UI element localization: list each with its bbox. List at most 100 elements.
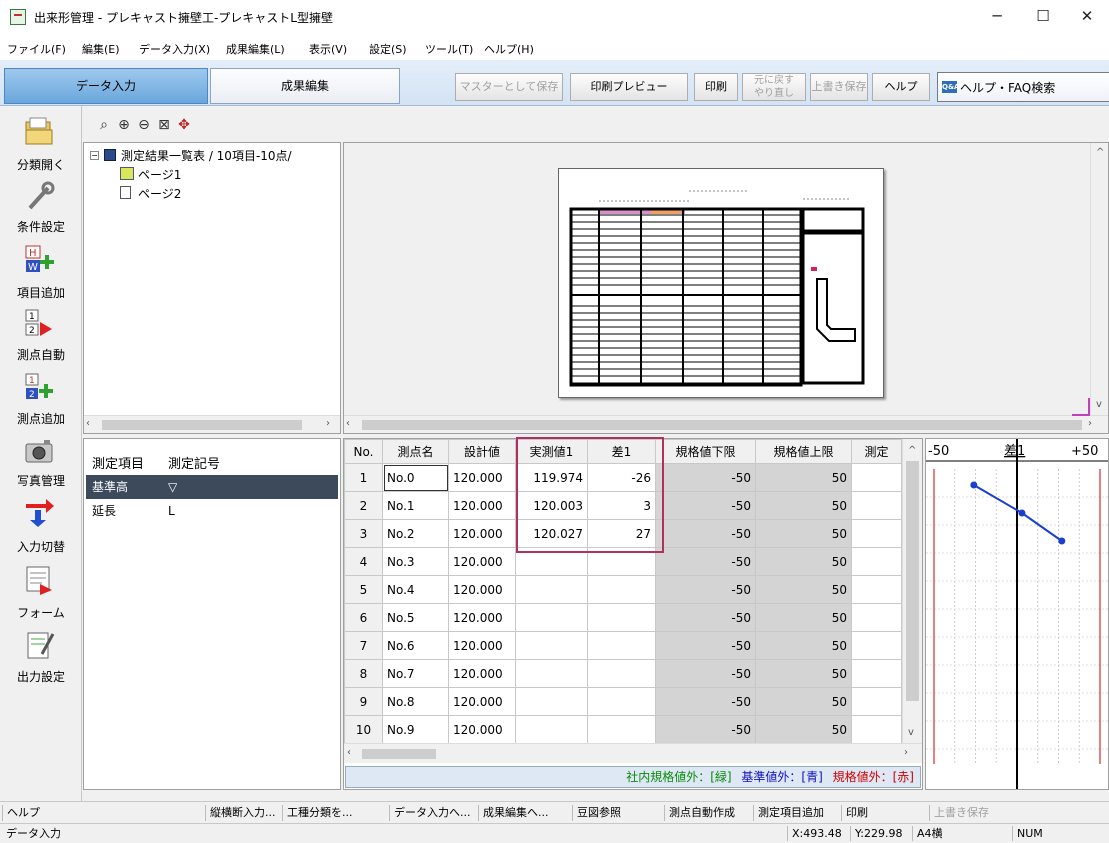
upper-limit-cell[interactable]: 50 (755, 575, 852, 604)
point-name-cell[interactable]: No.4 (382, 575, 449, 604)
lower-limit-cell[interactable]: -50 (655, 715, 756, 744)
design-value-cell[interactable]: 120.000 (448, 491, 516, 520)
faq-search-box[interactable]: Q&A ヘルプ・FAQ検索 (937, 72, 1109, 102)
print-button[interactable]: 印刷 (694, 73, 738, 101)
point-name-cell[interactable]: No.1 (382, 491, 449, 520)
add-point-icon[interactable]: 12 (22, 372, 56, 404)
menu-tools[interactable]: ツール(T) (425, 41, 473, 57)
measure-cell[interactable] (851, 715, 902, 744)
measure-cell[interactable] (851, 491, 902, 520)
form-icon[interactable] (22, 564, 56, 596)
category-open-label[interactable]: 分類開く (0, 156, 82, 173)
measure-cell[interactable] (851, 575, 902, 604)
design-value-cell[interactable]: 120.000 (448, 519, 516, 548)
table-row[interactable]: 3 No.2 120.000 120.027 27 -50 50 (344, 519, 902, 548)
zoom-reset-icon[interactable]: ⌕ (96, 117, 112, 133)
zoom-in-icon[interactable]: ⊕ (116, 117, 132, 133)
design-value-cell[interactable]: 120.000 (448, 715, 516, 744)
grid-scroll-left-icon[interactable]: ‹ (347, 747, 351, 758)
grid-vscrollbar[interactable]: ^ v (902, 439, 922, 743)
fkey-help[interactable]: ヘルプ (2, 805, 120, 821)
zoom-move-icon[interactable]: ✥ (176, 117, 192, 133)
measure-cell[interactable] (851, 631, 902, 660)
lower-limit-cell[interactable]: -50 (655, 687, 756, 716)
scroll-thumb[interactable] (102, 420, 302, 430)
menu-file[interactable]: ファイル(F) (7, 41, 66, 57)
design-value-cell[interactable]: 120.000 (448, 463, 516, 492)
fkey-add-item[interactable]: 測定項目追加 (753, 805, 839, 821)
lower-limit-cell[interactable]: -50 (655, 519, 756, 548)
preview-scroll-thumb[interactable] (362, 420, 1082, 430)
difference-cell[interactable]: 27 (587, 519, 656, 548)
design-value-cell[interactable]: 120.000 (448, 631, 516, 660)
zoom-out-icon[interactable]: ⊖ (136, 117, 152, 133)
measure-cell[interactable] (851, 547, 902, 576)
point-name-cell[interactable]: No.6 (382, 631, 449, 660)
zoom-fit-icon[interactable]: ⊠ (156, 117, 172, 133)
grid-scroll-up-icon[interactable]: ^ (908, 445, 916, 456)
preview-scroll-left-icon[interactable]: ‹ (346, 418, 350, 429)
grid-scroll-down-icon[interactable]: v (908, 727, 914, 738)
add-item-icon[interactable]: HW (22, 244, 56, 276)
design-value-cell[interactable]: 120.000 (448, 603, 516, 632)
grid-vscroll-thumb[interactable] (906, 461, 919, 701)
print-preview-button[interactable]: 印刷プレビュー (570, 73, 688, 101)
fkey-to-result-edit[interactable]: 成果編集へ... (478, 805, 570, 821)
grid-scroll-right-icon[interactable]: › (904, 747, 908, 758)
save-as-master-button[interactable]: マスターとして保存 (455, 73, 563, 101)
point-name-cell[interactable]: No.2 (382, 519, 449, 548)
actual-value-cell[interactable] (515, 575, 588, 604)
help-button[interactable]: ヘルプ (872, 73, 930, 101)
auto-point-icon[interactable]: 12 (22, 308, 56, 340)
scroll-up-arrow-icon[interactable]: ^ (1096, 147, 1104, 158)
fkey-print[interactable]: 印刷 (841, 805, 927, 821)
folder-open-icon[interactable] (22, 116, 56, 148)
actual-value-cell[interactable] (515, 687, 588, 716)
table-row[interactable]: 9 No.8 120.000 -50 50 (344, 687, 902, 716)
tab-data-input[interactable]: データ入力 (4, 68, 208, 104)
point-name-cell[interactable]: No.5 (382, 603, 449, 632)
actual-value-cell[interactable] (515, 659, 588, 688)
scroll-right-arrow-icon[interactable]: › (326, 418, 330, 429)
upper-limit-cell[interactable]: 50 (755, 631, 852, 660)
add-item-label[interactable]: 項目追加 (0, 284, 82, 301)
tree-page-2[interactable]: ページ2 (138, 185, 181, 202)
scroll-down-arrow-icon[interactable]: v (1096, 399, 1102, 410)
point-name-cell[interactable]: No.3 (382, 547, 449, 576)
menu-data-input[interactable]: データ入力(X) (139, 41, 210, 57)
fkey-work-category[interactable]: 工種分類を... (282, 805, 386, 821)
lower-limit-cell[interactable]: -50 (655, 491, 756, 520)
fkey-to-data-input[interactable]: データ入力へ... (389, 805, 475, 821)
fkey-auto-points[interactable]: 測点自動作成 (664, 805, 751, 821)
preview-hscrollbar[interactable]: ‹ › (344, 415, 1108, 433)
tree-collapse-icon[interactable]: − (90, 151, 99, 160)
point-name-cell[interactable]: No.0 (382, 463, 449, 492)
camera-icon[interactable] (22, 436, 56, 468)
tree-page-1[interactable]: ページ1 (138, 166, 181, 183)
actual-value-cell[interactable]: 120.003 (515, 491, 588, 520)
design-value-cell[interactable]: 120.000 (448, 547, 516, 576)
table-row[interactable]: 6 No.5 120.000 -50 50 (344, 603, 902, 632)
close-button[interactable]: ✕ (1065, 0, 1109, 34)
grid-hscroll-thumb[interactable] (362, 749, 436, 759)
measure-cell[interactable] (851, 519, 902, 548)
menu-view[interactable]: 表示(V) (309, 41, 347, 57)
difference-cell[interactable] (587, 547, 656, 576)
measure-cell[interactable] (851, 687, 902, 716)
conditions-label[interactable]: 条件設定 (0, 218, 82, 235)
point-name-cell[interactable]: No.9 (382, 715, 449, 744)
lower-limit-cell[interactable]: -50 (655, 659, 756, 688)
difference-cell[interactable] (587, 687, 656, 716)
measure-cell[interactable] (851, 659, 902, 688)
fkey-overwrite-save[interactable]: 上書き保存 (929, 805, 1025, 821)
actual-value-cell[interactable] (515, 631, 588, 660)
item-row-kijundaka[interactable]: 基準高 ▽ (86, 475, 338, 499)
measure-cell[interactable] (851, 463, 902, 492)
difference-cell[interactable] (587, 659, 656, 688)
difference-cell[interactable]: -26 (587, 463, 656, 492)
table-row[interactable]: 2 No.1 120.000 120.003 3 -50 50 (344, 491, 902, 520)
fkey-cross-section[interactable]: 縦横断入力... (205, 805, 280, 821)
table-row[interactable]: 8 No.7 120.000 -50 50 (344, 659, 902, 688)
photo-management-label[interactable]: 写真管理 (0, 472, 82, 489)
output-settings-label[interactable]: 出力設定 (0, 668, 82, 685)
